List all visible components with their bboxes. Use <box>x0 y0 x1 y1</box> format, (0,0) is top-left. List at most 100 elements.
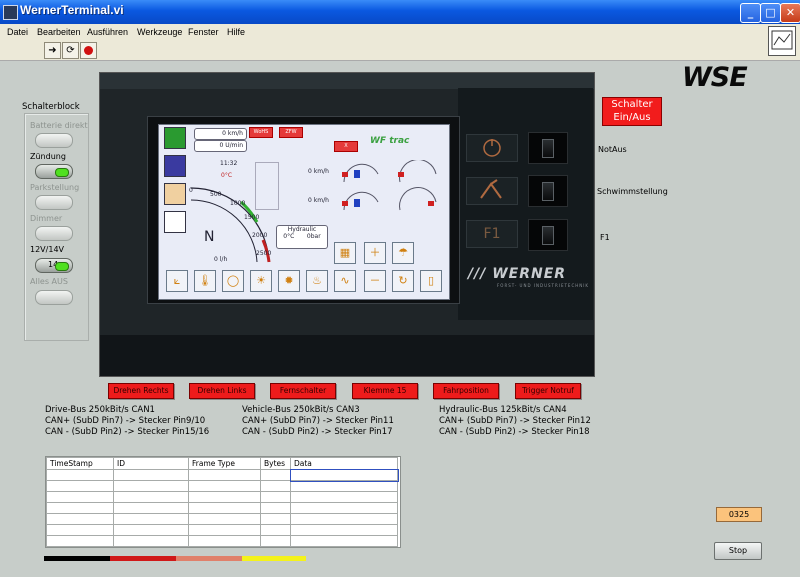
table-cell[interactable] <box>188 502 261 514</box>
speed-value: 0 <box>222 130 226 137</box>
table-row[interactable] <box>46 502 398 514</box>
klemme15-button[interactable]: Klemme 15 <box>352 383 418 399</box>
switch-f1[interactable] <box>528 219 568 251</box>
hydraulic-bus-info: Hydraulic-Bus 125kBit/s CAN4 CAN+ (SubD … <box>439 405 591 438</box>
table-cell[interactable] <box>46 480 114 492</box>
table-cell[interactable] <box>46 491 114 503</box>
table-cell[interactable] <box>260 491 291 503</box>
drehen-rechts-button[interactable]: Drehen Rechts <box>108 383 174 399</box>
plus-icon[interactable]: ＋ <box>364 242 386 264</box>
gear-indicator: N <box>204 229 215 245</box>
table-row[interactable] <box>46 535 398 547</box>
table-cell[interactable] <box>260 469 291 481</box>
table-cell[interactable] <box>188 513 261 525</box>
run-continuous-icon[interactable]: ⟳ <box>62 42 79 59</box>
table-cell[interactable] <box>188 524 261 536</box>
menu-ausfuehren[interactable]: Ausführen <box>87 27 128 37</box>
hydraulic-label: Hydraulic <box>287 226 317 233</box>
table-cell[interactable] <box>188 535 261 547</box>
fernschalter-button[interactable]: Fernschalter <box>270 383 336 399</box>
table-cell[interactable] <box>113 524 189 536</box>
table-row[interactable] <box>46 468 399 482</box>
table-cell[interactable] <box>260 502 291 514</box>
table-cell[interactable] <box>113 480 189 492</box>
minus-icon[interactable]: － <box>364 270 386 292</box>
red-tag-3: X <box>334 141 358 152</box>
key-2[interactable] <box>466 177 518 205</box>
heater-icon[interactable]: ♨ <box>306 270 328 292</box>
table-cell[interactable] <box>260 524 291 536</box>
table-cell[interactable] <box>290 535 398 547</box>
table-cell[interactable] <box>260 480 291 492</box>
ring-icon[interactable]: ◯ <box>222 270 244 292</box>
table-cell[interactable] <box>289 468 399 482</box>
table-cell[interactable] <box>113 502 189 514</box>
table-cell[interactable] <box>46 535 114 547</box>
table-cell[interactable] <box>290 524 398 536</box>
chair-icon[interactable]: ⟀ <box>166 270 188 292</box>
table-cell[interactable] <box>113 535 189 547</box>
table-cell[interactable] <box>290 480 398 492</box>
thermometer-icon[interactable]: 🌡 <box>194 270 216 292</box>
light-2-icon[interactable]: ✹ <box>278 270 300 292</box>
machine-icon[interactable] <box>164 211 186 233</box>
table-row[interactable] <box>46 480 398 492</box>
stop-button[interactable]: Stop <box>714 542 762 560</box>
grid-icon[interactable]: ▦ <box>334 242 356 264</box>
switch-batterie-button[interactable] <box>35 133 73 148</box>
run-arrow-icon[interactable]: ➜ <box>44 42 61 59</box>
table-cell[interactable] <box>260 535 291 547</box>
table-cell[interactable] <box>290 491 398 503</box>
table-cell[interactable] <box>46 513 114 525</box>
table-cell[interactable] <box>188 491 261 503</box>
menu-werkzeuge[interactable]: Werkzeuge <box>137 27 182 37</box>
main-switch-button[interactable]: Schalter Ein/Aus <box>602 97 662 126</box>
fahrposition-button[interactable]: Fahrposition <box>433 383 499 399</box>
table-cell[interactable] <box>260 513 291 525</box>
door-icon[interactable]: ▯ <box>420 270 442 292</box>
table-row[interactable] <box>46 513 398 525</box>
table-cell[interactable] <box>46 524 114 536</box>
switch-parkstellung-button[interactable] <box>35 195 73 210</box>
trigger-notruf-button[interactable]: Trigger Notruf <box>515 383 581 399</box>
close-button[interactable]: ✕ <box>780 3 800 23</box>
app-icon <box>3 5 18 20</box>
table-cell[interactable] <box>46 502 114 514</box>
table-cell[interactable] <box>113 491 189 503</box>
table-row[interactable] <box>46 491 398 503</box>
table-cell[interactable] <box>46 469 114 481</box>
table-cell[interactable] <box>290 513 398 525</box>
table-row[interactable] <box>46 524 398 536</box>
forest-icon[interactable] <box>164 127 186 149</box>
right-speed-2-unit: km/h <box>313 197 329 204</box>
maximize-button[interactable]: □ <box>760 3 781 23</box>
drehen-links-button[interactable]: Drehen Links <box>189 383 255 399</box>
table-cell[interactable] <box>113 513 189 525</box>
menu-fenster[interactable]: Fenster <box>188 27 219 37</box>
table-cell[interactable] <box>290 502 398 514</box>
table-cell[interactable] <box>188 469 261 481</box>
switch-voltage-button[interactable]: 14 <box>35 258 73 273</box>
key-f1[interactable]: F1 <box>466 220 518 248</box>
abort-stop-icon[interactable] <box>80 42 97 59</box>
gear-bars-icon[interactable] <box>164 155 186 177</box>
table-cell[interactable] <box>113 469 189 481</box>
can-frame-table[interactable]: TimeStamp ID Frame Type Bytes Data <box>45 456 401 548</box>
minimize-button[interactable]: _ <box>740 3 761 23</box>
light-1-icon[interactable]: ☀ <box>250 270 272 292</box>
switch-zuendung-button[interactable] <box>35 164 73 179</box>
mushroom-icon[interactable]: ☂ <box>392 242 414 264</box>
menu-hilfe[interactable]: Hilfe <box>227 27 245 37</box>
switch-alles-aus-button[interactable] <box>35 290 73 305</box>
switch-notaus[interactable] <box>528 132 568 164</box>
menu-bearbeiten[interactable]: Bearbeiten <box>37 27 81 37</box>
right-speed-2-value: 0 <box>308 197 312 204</box>
menu-datei[interactable]: Datei <box>7 27 28 37</box>
rotate-icon[interactable]: ↻ <box>392 270 414 292</box>
table-cell[interactable] <box>188 480 261 492</box>
key-1[interactable] <box>466 134 518 162</box>
switch-schwimmstellung[interactable] <box>528 175 568 207</box>
switch-dimmer-button[interactable] <box>35 226 73 241</box>
keypad-icon[interactable] <box>164 183 186 205</box>
wave-icon[interactable]: ∿ <box>334 270 356 292</box>
